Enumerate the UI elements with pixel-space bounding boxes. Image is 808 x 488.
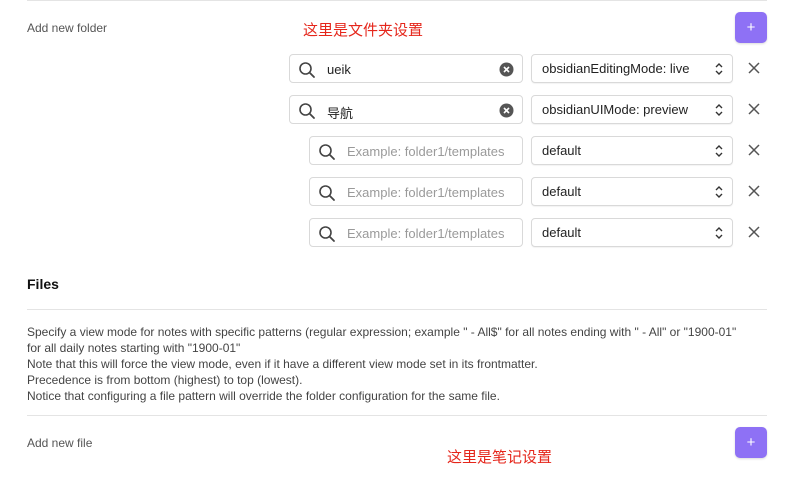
files-divider (27, 309, 767, 310)
view-mode-select[interactable]: default (531, 177, 733, 206)
folder-path-placeholder: Example: folder1/templates (347, 185, 505, 200)
file-settings-annotation: 这里是笔记设置 (447, 449, 553, 466)
folder-path-input[interactable]: Example: folder1/templates (309, 177, 523, 206)
chevron-updown-icon (715, 227, 723, 239)
add-file-button[interactable]: + (735, 427, 767, 458)
description-line: Precedence is from bottom (highest) to t… (27, 373, 303, 387)
search-icon (319, 185, 335, 201)
folder-path-value: 导航 (327, 106, 354, 121)
folder-path-input[interactable]: ueik (289, 54, 523, 83)
description-line: Note that this will force the view mode,… (27, 357, 538, 371)
clear-icon[interactable] (499, 62, 514, 77)
top-divider (27, 0, 767, 1)
search-icon (319, 144, 335, 160)
view-mode-value: default (542, 143, 582, 158)
chevron-updown-icon (715, 63, 723, 75)
view-mode-value: obsidianEditingMode: live (542, 61, 690, 76)
clear-icon[interactable] (499, 103, 514, 118)
remove-row-icon[interactable] (746, 142, 762, 158)
view-mode-select[interactable]: obsidianUIMode: preview (531, 95, 733, 124)
description-line: for all daily notes starting with "1900-… (27, 341, 241, 355)
add-new-folder-label: Add new folder (27, 21, 108, 35)
remove-row-icon[interactable] (746, 183, 762, 199)
remove-row-icon[interactable] (746, 224, 762, 240)
view-mode-value: obsidianUIMode: preview (542, 102, 688, 117)
folder-path-placeholder: Example: folder1/templates (347, 226, 505, 241)
add-file-divider (27, 415, 767, 416)
view-mode-select[interactable]: default (531, 136, 733, 165)
view-mode-value: default (542, 225, 582, 240)
folder-path-placeholder: Example: folder1/templates (347, 144, 505, 159)
files-description: Specify a view mode for notes with speci… (27, 324, 767, 404)
folder-path-input[interactable]: 导航 (289, 95, 523, 124)
chevron-updown-icon (715, 104, 723, 116)
view-mode-value: default (542, 184, 582, 199)
chevron-updown-icon (715, 186, 723, 198)
search-icon (299, 103, 315, 119)
add-folder-button[interactable]: + (735, 12, 767, 43)
remove-row-icon[interactable] (746, 101, 762, 117)
view-mode-select[interactable]: default (531, 218, 733, 247)
search-icon (299, 62, 315, 78)
description-line: Notice that configuring a file pattern w… (27, 389, 500, 403)
view-mode-select[interactable]: obsidianEditingMode: live (531, 54, 733, 83)
folder-path-input[interactable]: Example: folder1/templates (309, 218, 523, 247)
folder-settings-annotation: 这里是文件夹设置 (303, 22, 424, 39)
search-icon (319, 226, 335, 242)
chevron-updown-icon (715, 145, 723, 157)
description-line: Specify a view mode for notes with speci… (27, 325, 737, 339)
folder-path-input[interactable]: Example: folder1/templates (309, 136, 523, 165)
folder-path-value: ueik (327, 62, 351, 77)
files-heading: Files (27, 276, 59, 292)
add-new-file-label: Add new file (27, 436, 93, 450)
remove-row-icon[interactable] (746, 60, 762, 76)
